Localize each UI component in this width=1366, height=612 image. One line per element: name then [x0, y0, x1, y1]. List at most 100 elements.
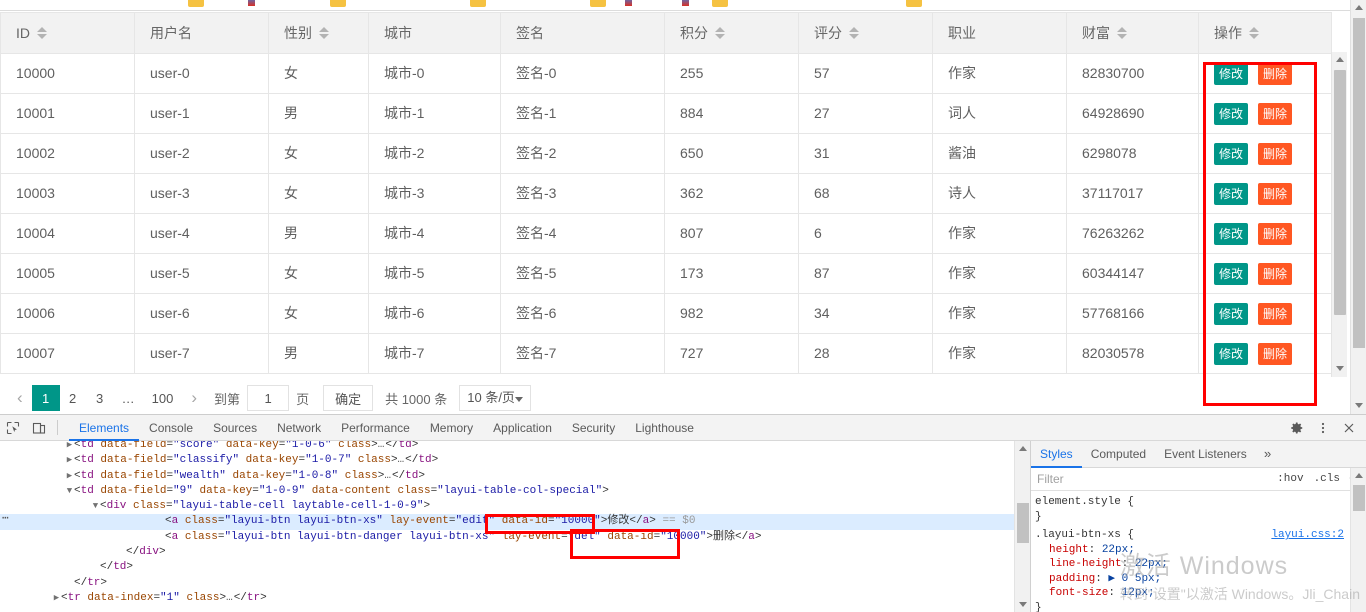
- bookmark-folder-icon[interactable]: [590, 0, 606, 7]
- delete-button[interactable]: 删除: [1258, 303, 1293, 326]
- delete-button[interactable]: 删除: [1258, 63, 1293, 86]
- styles-scroll-up-arrow-icon[interactable]: [1351, 468, 1366, 484]
- dom-tree-line[interactable]: ⋯ <a class="layui-btn layui-btn-xs" lay-e…: [0, 513, 1030, 530]
- table-column-header-1[interactable]: 用户名: [134, 12, 269, 54]
- pagination-page-1[interactable]: 1: [31, 385, 60, 411]
- styles-tab-computed[interactable]: Computed: [1082, 441, 1155, 468]
- edit-button[interactable]: 修改: [1214, 263, 1249, 286]
- page-scrollbar-thumb[interactable]: [1353, 18, 1365, 348]
- devtools-tab-network[interactable]: Network: [267, 415, 331, 441]
- cls-toggle-button[interactable]: .cls: [1309, 473, 1345, 485]
- gear-icon[interactable]: [1284, 416, 1310, 440]
- sort-arrows-icon[interactable]: [319, 27, 329, 39]
- dom-tree-line[interactable]: ▶ <td data-field="wealth" data-key="1-0-8…: [0, 469, 1030, 484]
- table-row[interactable]: 10003 user-3 女城市-3 签名-3 362 68 诗人 37117017 修改 删除: [0, 173, 1332, 214]
- delete-button[interactable]: 删除: [1258, 223, 1293, 246]
- bookmark-folder-icon[interactable]: [712, 0, 728, 7]
- table-column-header-8[interactable]: 财富: [1066, 12, 1199, 54]
- styles-tab-event-listeners[interactable]: Event Listeners: [1155, 441, 1256, 468]
- pagination-last-page[interactable]: 100: [143, 385, 183, 411]
- delete-button[interactable]: 删除: [1258, 183, 1293, 206]
- devtools-tab-performance[interactable]: Performance: [331, 415, 420, 441]
- scroll-up-arrow-icon[interactable]: [1332, 52, 1348, 68]
- devtools-tab-console[interactable]: Console: [139, 415, 203, 441]
- delete-button[interactable]: 删除: [1258, 263, 1293, 286]
- bookmark-folder-icon[interactable]: [906, 0, 922, 7]
- bookmark-folder-icon[interactable]: [330, 0, 346, 7]
- dom-scroll-down-arrow-icon[interactable]: [1015, 597, 1030, 612]
- page-scroll-up-arrow-icon[interactable]: [1351, 0, 1366, 16]
- bookmark-favicon-icon[interactable]: [625, 0, 632, 6]
- styles-scrollbar-thumb[interactable]: [1353, 485, 1365, 511]
- edit-button[interactable]: 修改: [1214, 183, 1249, 206]
- styles-filter-input[interactable]: [1031, 468, 1273, 490]
- dom-tree-line[interactable]: <a class="layui-btn layui-btn-danger lay…: [0, 530, 1030, 545]
- styles-scrollbar[interactable]: [1350, 468, 1366, 612]
- page-scroll-down-arrow-icon[interactable]: [1351, 398, 1366, 414]
- table-row[interactable]: 10007 user-7 男城市-7 签名-7 727 28 作家 82030578 修改 删除: [0, 333, 1332, 374]
- table-column-header-7[interactable]: 职业: [932, 12, 1067, 54]
- style-declaration[interactable]: line-height: 22px;: [1035, 557, 1366, 572]
- table-row[interactable]: 10000 user-0 女城市-0 签名-0 255 57 作家 82830700 修改 删除: [0, 53, 1332, 94]
- table-column-header-5[interactable]: 积分: [664, 12, 799, 54]
- style-rule[interactable]: .layui-btn-xs {layui.css:2 height: 22px; l…: [1035, 528, 1366, 612]
- styles-tab-styles[interactable]: Styles: [1031, 441, 1082, 468]
- delete-button[interactable]: 删除: [1258, 343, 1293, 366]
- table-row[interactable]: 10004 user-4 男城市-4 签名-4 807 6 作家 76263262 修改 删除: [0, 213, 1332, 254]
- sort-arrows-icon[interactable]: [715, 27, 725, 39]
- goto-page-input[interactable]: [247, 385, 290, 411]
- sort-arrows-icon[interactable]: [1249, 27, 1259, 39]
- pagination-confirm-button[interactable]: 确定: [323, 385, 374, 411]
- dom-tree-line[interactable]: ▼ <td data-field="9" data-key="1-0-9" dat…: [0, 484, 1030, 499]
- dom-tree-line[interactable]: ▶ <tr data-index="1" class>…</tr>: [0, 591, 1030, 606]
- style-declaration[interactable]: height: 22px;: [1035, 543, 1366, 558]
- bookmark-folder-icon[interactable]: [188, 0, 204, 7]
- style-declaration[interactable]: padding: ▶ 0 5px;: [1035, 572, 1366, 587]
- sort-arrows-icon[interactable]: [849, 27, 859, 39]
- edit-button[interactable]: 修改: [1214, 143, 1249, 166]
- table-column-header-9[interactable]: 操作: [1198, 12, 1332, 54]
- device-toolbar-icon[interactable]: [26, 416, 52, 440]
- dom-tree-scrollbar[interactable]: [1014, 441, 1030, 612]
- delete-button[interactable]: 删除: [1258, 103, 1293, 126]
- dom-tree-line[interactable]: </tr>: [0, 576, 1030, 591]
- bookmark-favicon-icon[interactable]: [248, 0, 255, 6]
- bookmark-folder-icon[interactable]: [470, 0, 486, 7]
- table-column-header-4[interactable]: 签名: [500, 12, 665, 54]
- devtools-tab-elements[interactable]: Elements: [69, 415, 140, 441]
- table-column-header-0[interactable]: ID: [0, 12, 135, 54]
- scroll-down-arrow-icon[interactable]: [1332, 361, 1348, 377]
- bookmark-favicon-icon[interactable]: [682, 0, 689, 6]
- dom-scrollbar-thumb[interactable]: [1017, 503, 1029, 543]
- table-row[interactable]: 10001 user-1 男城市-1 签名-1 884 27 词人 64928690 修改 删除: [0, 93, 1332, 134]
- table-row[interactable]: 10006 user-6 女城市-6 签名-6 982 34 作家 57768166 修改 删除: [0, 293, 1332, 334]
- pagination-next-button[interactable]: ›: [181, 385, 208, 411]
- table-column-header-6[interactable]: 评分: [798, 12, 933, 54]
- delete-button[interactable]: 删除: [1258, 143, 1293, 166]
- edit-button[interactable]: 修改: [1214, 343, 1249, 366]
- edit-button[interactable]: 修改: [1214, 63, 1249, 86]
- hov-toggle-button[interactable]: :hov: [1272, 473, 1308, 485]
- table-row[interactable]: 10002 user-2 女城市-2 签名-2 650 31 酱油 6298078 修改 删除: [0, 133, 1332, 174]
- dom-tree-line[interactable]: </div>: [0, 545, 1030, 560]
- devtools-tab-application[interactable]: Application: [483, 415, 562, 441]
- style-declaration[interactable]: font-size: 12px;: [1035, 586, 1366, 601]
- pagination-page-2[interactable]: 2: [59, 385, 87, 411]
- page-vertical-scrollbar[interactable]: [1350, 0, 1366, 414]
- devtools-tab-memory[interactable]: Memory: [420, 415, 483, 441]
- table-column-header-3[interactable]: 城市: [368, 12, 501, 54]
- dom-tree-line[interactable]: </td>: [0, 560, 1030, 575]
- table-column-header-2[interactable]: 性别: [268, 12, 369, 54]
- devtools-tab-lighthouse[interactable]: Lighthouse: [625, 415, 704, 441]
- style-rule[interactable]: element.style {}: [1035, 495, 1366, 524]
- table-row[interactable]: 10005 user-5 女城市-5 签名-5 173 87 作家 60344147 修改 删除: [0, 253, 1332, 294]
- edit-button[interactable]: 修改: [1214, 303, 1249, 326]
- close-icon[interactable]: [1336, 416, 1362, 440]
- edit-button[interactable]: 修改: [1214, 223, 1249, 246]
- pagination-page-3[interactable]: 3: [86, 385, 114, 411]
- dom-tree-line[interactable]: ▶ <td data-field="score" data-key="1-0-6"…: [0, 441, 1030, 453]
- table-vertical-scrollbar[interactable]: [1331, 52, 1347, 377]
- kebab-menu-icon[interactable]: [1310, 416, 1336, 440]
- styles-rules-list[interactable]: element.style {} .layui-btn-xs {layui.css…: [1031, 491, 1366, 612]
- edit-button[interactable]: 修改: [1214, 103, 1249, 126]
